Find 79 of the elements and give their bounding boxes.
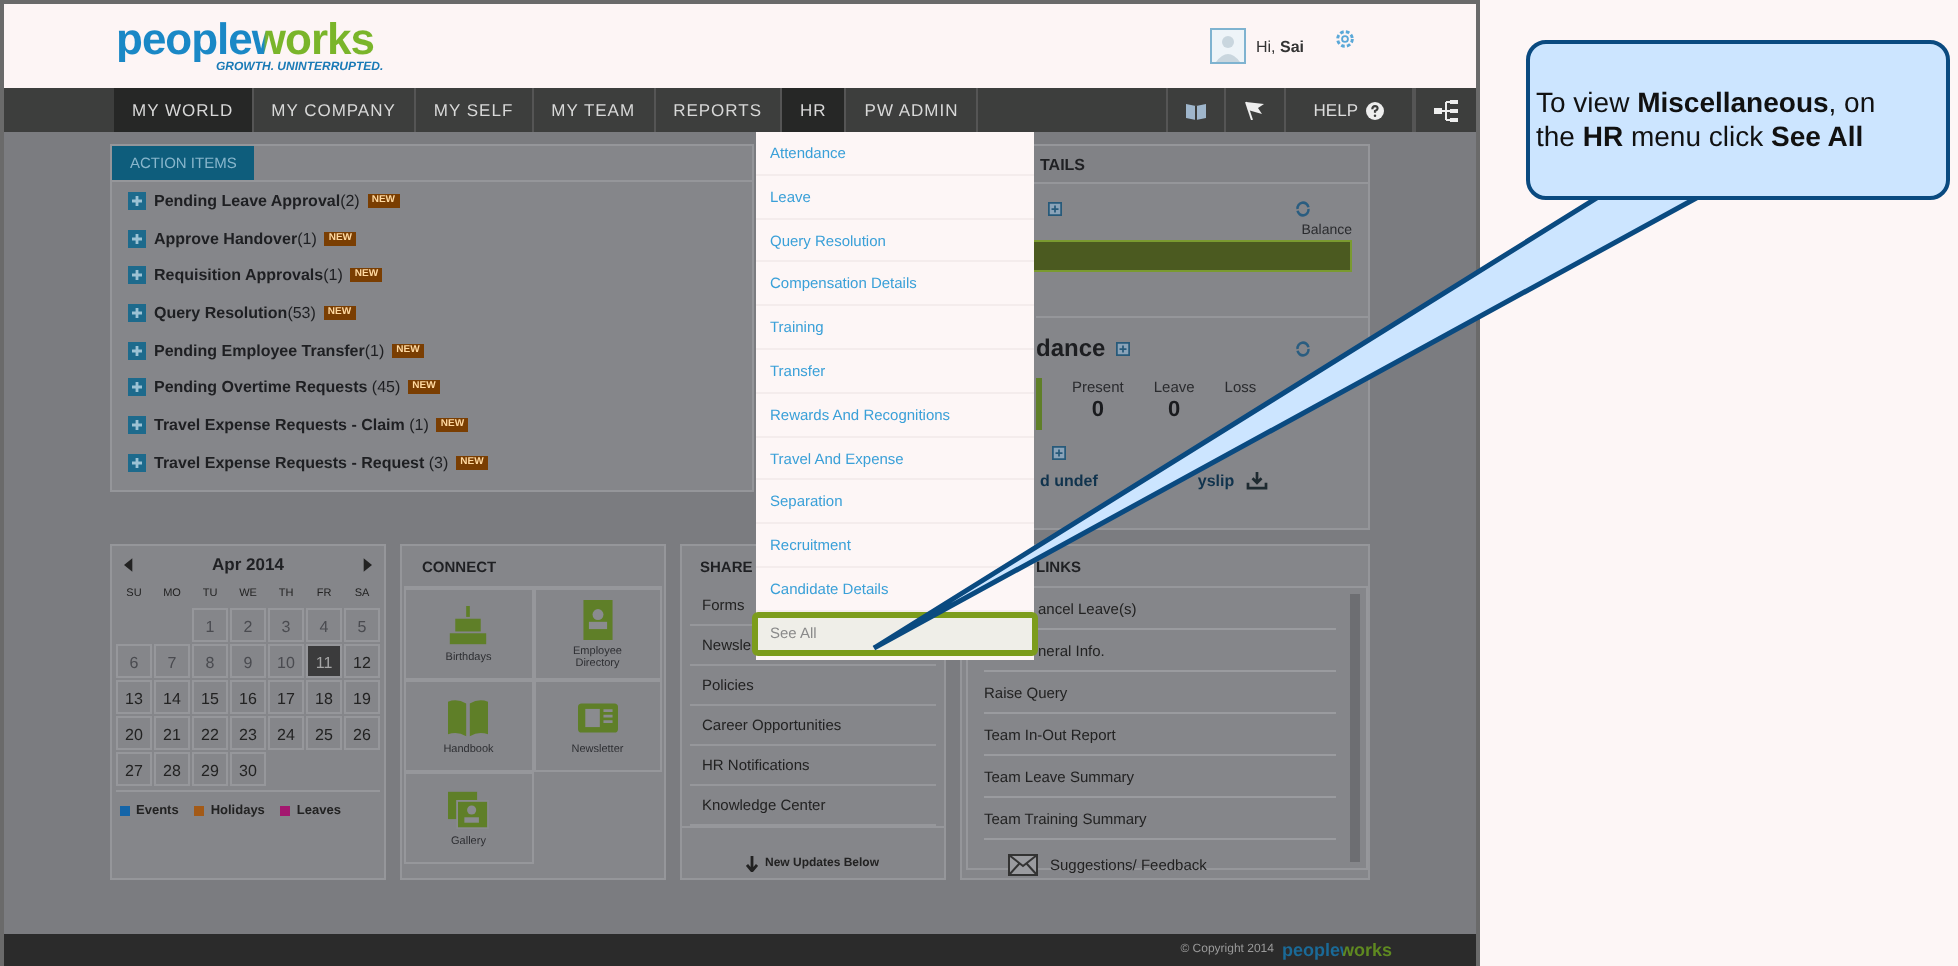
calendar-day[interactable]: 8 (192, 644, 228, 678)
calendar-day[interactable]: 15 (192, 680, 228, 714)
calendar-day[interactable]: 9 (230, 644, 266, 678)
cake-icon (446, 605, 491, 645)
peopleworks-logo: peopleworks (1281, 940, 1392, 960)
calendar-day[interactable]: 4 (306, 608, 342, 642)
nav-tab[interactable]: HR (782, 88, 847, 132)
action-item-link[interactable]: Pending Employee Transfer(1) (154, 341, 385, 360)
calendar-day[interactable]: 22 (192, 716, 228, 750)
calendar-day[interactable]: 17 (268, 680, 304, 714)
callout-text: To view Miscellaneous, on the HR menu click See All (1536, 86, 1878, 154)
previous-arrow-icon[interactable] (124, 557, 134, 571)
calendar-day[interactable]: 2 (230, 608, 266, 642)
help-icon (1366, 101, 1384, 119)
scrollbar[interactable] (1350, 594, 1360, 862)
nav-tab[interactable]: MY WORLD (114, 88, 254, 132)
refresh-icon[interactable] (1294, 200, 1312, 218)
plus-icon[interactable] (128, 378, 146, 397)
plus-icon[interactable] (128, 303, 146, 322)
plus-icon[interactable] (1115, 341, 1130, 355)
plus-icon[interactable] (128, 453, 146, 472)
settings-icon[interactable] (1334, 27, 1356, 49)
payslip-link[interactable]: d undef (1040, 472, 1098, 490)
action-item-link[interactable]: Approve Handover(1) (154, 229, 317, 248)
calendar-day[interactable]: 10 (268, 644, 304, 678)
book-icon (446, 697, 491, 737)
action-item-link[interactable]: Pending Overtime Requests (45) (154, 378, 401, 397)
avatar-icon[interactable] (1209, 28, 1246, 64)
calendar-day[interactable]: 16 (230, 680, 266, 714)
arrow-down-icon (746, 856, 759, 872)
user-greeting: Hi, Sai (1255, 37, 1304, 55)
calendar-day[interactable]: 24 (268, 716, 304, 750)
calendar-day[interactable]: 26 (344, 716, 380, 750)
download-icon[interactable] (1246, 472, 1269, 490)
calendar-day[interactable]: 29 (192, 752, 228, 786)
plus-icon[interactable] (128, 229, 146, 248)
calendar-day[interactable]: 30 (230, 752, 266, 786)
gallery-icon (446, 789, 491, 829)
panel-title: TAILS (1040, 155, 1086, 173)
calendar-day[interactable]: 14 (154, 680, 190, 714)
calendar-day[interactable]: 19 (344, 680, 380, 714)
calendar-day[interactable]: 12 (344, 644, 380, 678)
calendar-day[interactable]: 28 (154, 752, 190, 786)
calendar-day[interactable]: 1 (192, 608, 228, 642)
calendar-day[interactable]: 20 (116, 716, 152, 750)
payslip-link[interactable]: yslip (1197, 472, 1235, 490)
action-item-link[interactable]: Travel Expense Requests - Request (3) (154, 453, 449, 472)
plus-icon[interactable] (1052, 446, 1066, 460)
next-arrow-icon[interactable] (361, 557, 372, 571)
action-item-link[interactable]: Pending Leave Approval(2) (154, 191, 360, 210)
plus-icon[interactable] (128, 191, 146, 210)
plus-icon[interactable] (128, 341, 146, 360)
plus-icon[interactable] (128, 415, 146, 434)
calendar-day[interactable]: 7 (154, 644, 190, 678)
stat-value: 0 (1091, 398, 1104, 422)
newspaper-icon (575, 697, 620, 737)
calendar-day[interactable]: 18 (306, 680, 342, 714)
calendar-day[interactable]: 23 (230, 716, 266, 750)
calendar-day[interactable]: 3 (268, 608, 304, 642)
refresh-icon[interactable] (1294, 339, 1312, 357)
calendar-day[interactable]: 27 (116, 752, 152, 786)
action-item-link[interactable]: Query Resolution(53) (154, 303, 316, 322)
attendance-marker (1036, 378, 1042, 430)
plus-icon[interactable] (128, 266, 146, 285)
action-item-link[interactable]: Requisition Approvals(1) (154, 266, 343, 285)
tree-icon[interactable] (1434, 99, 1458, 121)
calendar-day[interactable]: 5 (344, 608, 380, 642)
attendance-heading: dance (1036, 334, 1106, 362)
book-icon[interactable] (1185, 101, 1206, 119)
calendar-day[interactable]: 25 (306, 716, 342, 750)
action-item-link[interactable]: Travel Expense Requests - Claim (1) (154, 415, 429, 434)
plus-icon[interactable] (1048, 202, 1062, 216)
stat-value: 0 (1168, 398, 1181, 422)
calendar-day[interactable]: 6 (116, 644, 152, 678)
calendar-day[interactable]: 11 (306, 644, 342, 678)
calendar-day[interactable]: 13 (116, 680, 152, 714)
calendar-day[interactable]: 21 (154, 716, 190, 750)
flag-icon[interactable] (1243, 100, 1266, 120)
calendar-month: Apr 2014 (212, 554, 284, 574)
